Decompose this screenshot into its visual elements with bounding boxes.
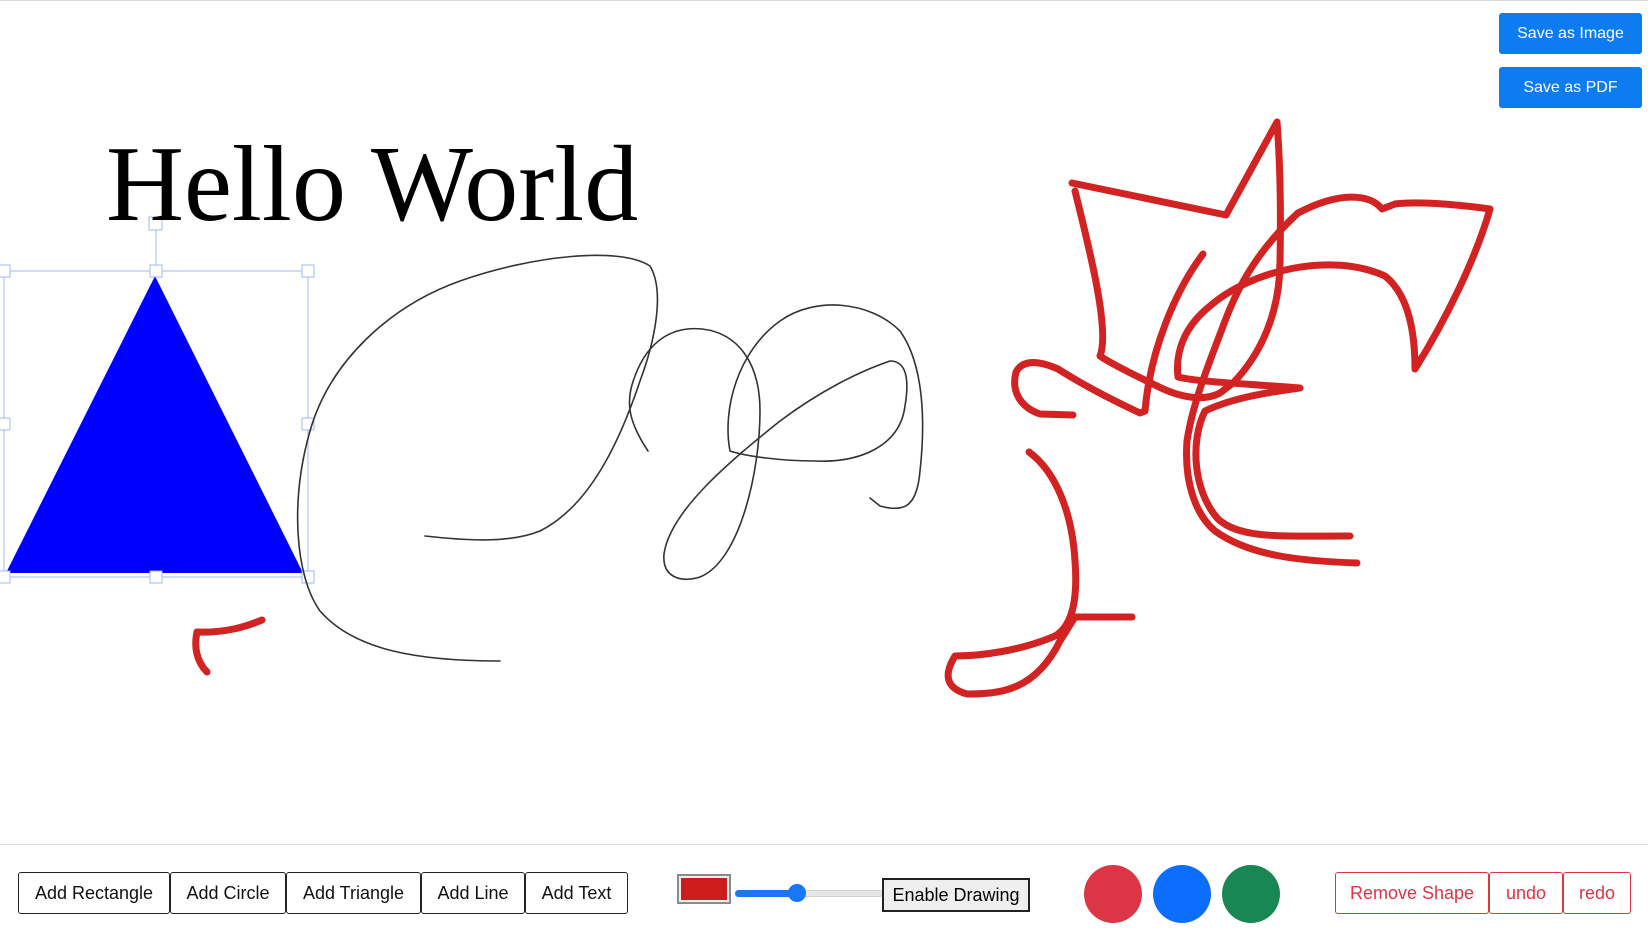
resize-handle-top-middle[interactable]: [149, 264, 163, 278]
add-rectangle-button[interactable]: Add Rectangle: [18, 872, 170, 914]
hello-world-text-object[interactable]: Hello World: [106, 131, 638, 239]
resize-handle-top-right[interactable]: [301, 264, 315, 278]
slider-thumb[interactable]: [788, 884, 807, 902]
add-circle-button[interactable]: Add Circle: [170, 872, 286, 914]
freehand-stroke[interactable]: [944, 448, 1136, 698]
red-color-preset-button[interactable]: [1084, 865, 1142, 923]
undo-button[interactable]: undo: [1489, 872, 1563, 914]
freehand-stroke[interactable]: [296, 254, 659, 662]
black-freehand-strokes[interactable]: [296, 254, 924, 662]
pen-color-picker[interactable]: [677, 874, 731, 904]
resize-handle-top-left[interactable]: [0, 264, 11, 278]
drawing-canvas[interactable]: Hello World Save as Image Save as PDF: [0, 1, 1648, 844]
save-as-image-button[interactable]: Save as Image: [1499, 13, 1642, 54]
freehand-stroke[interactable]: [628, 304, 924, 580]
freehand-stroke[interactable]: [192, 616, 266, 676]
resize-handle-bottom-left[interactable]: [0, 570, 11, 584]
add-line-button[interactable]: Add Line: [421, 872, 525, 914]
brush-width-slider[interactable]: [735, 884, 883, 902]
bottom-toolbar: Add Rectangle Add Circle Add Triangle Ad…: [0, 845, 1648, 939]
remove-shape-button[interactable]: Remove Shape: [1335, 872, 1489, 914]
pen-color-swatch: [681, 878, 727, 900]
add-triangle-button[interactable]: Add Triangle: [286, 872, 421, 914]
enable-drawing-button[interactable]: Enable Drawing: [882, 878, 1030, 912]
resize-handle-bottom-middle[interactable]: [149, 570, 163, 584]
redo-button[interactable]: redo: [1563, 872, 1631, 914]
add-text-button[interactable]: Add Text: [525, 872, 628, 914]
blue-color-preset-button[interactable]: [1153, 865, 1211, 923]
freehand-stroke[interactable]: [1173, 193, 1494, 540]
resize-handle-middle-left[interactable]: [0, 417, 11, 431]
save-as-pdf-button[interactable]: Save as PDF: [1499, 67, 1642, 108]
green-color-preset-button[interactable]: [1222, 865, 1280, 923]
triangle-shape[interactable]: [6, 276, 303, 573]
